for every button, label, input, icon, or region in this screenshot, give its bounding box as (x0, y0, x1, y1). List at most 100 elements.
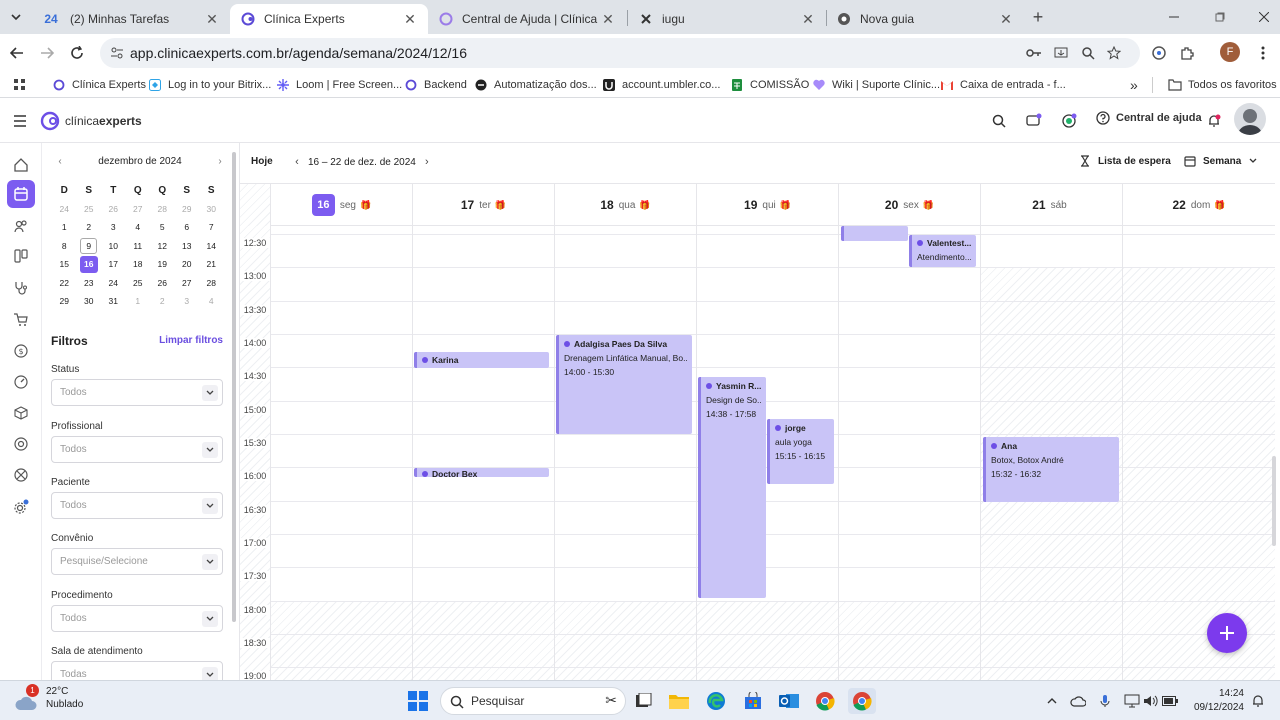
mini-calendar-day[interactable]: 8 (52, 241, 77, 251)
birthday-gift-icon[interactable]: 🎁 (495, 200, 506, 211)
password-key-icon[interactable] (1026, 45, 1042, 61)
more-menu-icon[interactable] (1252, 42, 1274, 64)
bookmark-bitrix[interactable]: Log in to your Bitrix... (148, 76, 271, 94)
close-tab-icon[interactable]: ✕ (800, 11, 816, 27)
bookmark-star-icon[interactable] (1106, 45, 1122, 61)
kanban-icon[interactable] (10, 245, 32, 267)
patients-icon[interactable] (10, 215, 32, 237)
taskbar-search[interactable]: Pesquisar ✂ (440, 687, 626, 715)
chrome-active-icon[interactable] (848, 688, 876, 714)
birthday-gift-icon[interactable]: 🎁 (1214, 200, 1225, 211)
mini-calendar-day[interactable]: 29 (52, 296, 77, 306)
bookmark-gmail[interactable]: Caixa de entrada - f... (940, 76, 1066, 94)
file-explorer-icon[interactable] (666, 688, 692, 714)
microphone-icon[interactable] (1097, 693, 1113, 709)
help-center-button[interactable]: Central de ajuda (1096, 111, 1202, 125)
hamburger-menu-icon[interactable] (11, 112, 29, 130)
view-selector[interactable]: Semana (1184, 155, 1257, 167)
address-bar[interactable]: app.clinicaexperts.com.br/agenda/semana/… (100, 38, 1140, 68)
restore-window-icon[interactable] (1208, 6, 1232, 28)
mini-calendar-day[interactable]: 20 (175, 259, 200, 269)
mini-calendar-day[interactable]: 4 (126, 222, 151, 232)
filter-select-profissional[interactable]: Todos (51, 436, 223, 463)
mini-calendar-day[interactable]: 3 (101, 222, 126, 232)
mini-calendar-day[interactable]: 26 (101, 204, 126, 214)
outlook-icon[interactable] (776, 688, 802, 714)
package-box-icon[interactable] (10, 402, 32, 424)
clear-filters-link[interactable]: Limpar filtros (159, 335, 223, 346)
bookmark-loom[interactable]: Loom | Free Screen... (276, 76, 402, 94)
mini-calendar-day[interactable]: 26 (150, 278, 175, 288)
day-header-qui[interactable]: 19 qui 🎁 (696, 184, 838, 226)
event-card[interactable]: Karina (414, 352, 549, 368)
mini-calendar-day[interactable]: 22 (52, 278, 77, 288)
mini-calendar-day[interactable]: 24 (101, 278, 126, 288)
dashboard-gauge-icon[interactable] (10, 371, 32, 393)
day-header-sab[interactable]: 21 sáb (980, 184, 1122, 226)
day-header-sex[interactable]: 20 sex 🎁 (838, 184, 980, 226)
mini-calendar-day[interactable]: 27 (175, 278, 200, 288)
notifications-bell-icon[interactable] (1205, 112, 1223, 130)
bookmark-umbler[interactable]: account.umbler.co... (602, 76, 720, 94)
prev-week-icon[interactable]: ‹ (290, 156, 304, 168)
mini-calendar-day[interactable]: 28 (150, 204, 175, 214)
system-clock[interactable]: 14:24 09/12/2024 (1160, 687, 1244, 715)
mini-calendar-day[interactable]: 25 (126, 278, 151, 288)
status-indicator-icon[interactable] (1060, 112, 1078, 130)
new-tab-plus-icon[interactable]: + (1026, 6, 1050, 28)
tab-nova-guia[interactable]: Nova guia ✕ (826, 4, 1024, 34)
app-logo[interactable]: clínica experts (40, 111, 142, 131)
waitlist-button[interactable]: Lista de espera (1080, 155, 1171, 167)
add-appointment-button[interactable] (1207, 613, 1247, 653)
filter-select-status[interactable]: Todos (51, 379, 223, 406)
extension-icon[interactable] (1148, 42, 1170, 64)
day-header-ter[interactable]: 17 ter 🎁 (412, 184, 554, 226)
mini-calendar-day[interactable]: 3 (175, 296, 200, 306)
mini-calendar-day[interactable]: 2 (150, 296, 175, 306)
close-tab-icon[interactable]: ✕ (204, 11, 220, 27)
mini-calendar-day-selected[interactable]: 16 (77, 255, 102, 273)
mini-calendar-day[interactable]: 2 (77, 222, 102, 232)
cart-icon[interactable] (10, 309, 32, 331)
notification-bell-icon[interactable] (1250, 693, 1266, 709)
weather-widget[interactable]: 1 22°C Nublado (14, 684, 83, 711)
mini-calendar-day[interactable]: 27 (126, 204, 151, 214)
event-card[interactable]: jorge aula yoga 15:15 - 16:15 (767, 419, 834, 484)
more-bookmarks-chevron-icon[interactable]: » (1130, 76, 1138, 94)
search-icon[interactable] (990, 112, 1008, 130)
reload-icon[interactable] (66, 42, 88, 64)
mini-calendar-day[interactable]: 29 (175, 204, 200, 214)
close-tab-icon[interactable]: ✕ (998, 11, 1014, 27)
event-card[interactable]: Valentest... Atendimento... (909, 235, 976, 267)
event-card-partial[interactable] (841, 226, 908, 241)
windows-start-icon[interactable] (405, 688, 431, 714)
profile-avatar[interactable]: F (1220, 42, 1240, 62)
mini-calendar-day[interactable]: 14 (199, 241, 224, 251)
day-header-qua[interactable]: 18 qua 🎁 (554, 184, 696, 226)
back-arrow-icon[interactable] (6, 42, 28, 64)
install-app-icon[interactable] (1053, 45, 1069, 61)
tab-minhas-tarefas[interactable]: 24 (2) Minhas Tarefas ✕ (30, 4, 230, 34)
filter-select-procedimento[interactable]: Todos (51, 605, 223, 632)
tab-central-de-ajuda[interactable]: Central de Ajuda | Clínica Exper ✕ (428, 4, 626, 34)
site-info-icon[interactable] (110, 46, 124, 60)
day-header-seg[interactable]: 16 seg 🎁 (270, 184, 412, 226)
finance-dollar-icon[interactable]: $ (10, 340, 32, 362)
calendar-scrollbar[interactable] (1272, 226, 1278, 566)
filter-select-paciente[interactable]: Todos (51, 492, 223, 519)
extensions-puzzle-icon[interactable] (1176, 42, 1198, 64)
support-headset-icon[interactable] (10, 433, 32, 455)
chrome-icon[interactable] (812, 688, 838, 714)
bookmark-automatizacao[interactable]: Automatização dos... (474, 76, 597, 94)
home-icon[interactable] (10, 154, 32, 176)
filter-select-sala[interactable]: Todas (51, 661, 223, 680)
mini-calendar-day[interactable]: 18 (126, 259, 151, 269)
event-card[interactable]: Adalgisa Paes Da Silva Drenagem Linfátic… (556, 335, 692, 434)
integrations-icon[interactable] (10, 464, 32, 486)
event-card[interactable]: Doctor Bex (414, 468, 549, 477)
today-button[interactable]: Hoje (251, 156, 273, 167)
all-bookmarks-folder[interactable]: Todos os favoritos (1168, 76, 1277, 94)
mini-calendar-day[interactable]: 6 (175, 222, 200, 232)
bookmark-clinica-experts[interactable]: Clínica Experts (52, 76, 146, 94)
forward-arrow-icon[interactable] (36, 42, 58, 64)
